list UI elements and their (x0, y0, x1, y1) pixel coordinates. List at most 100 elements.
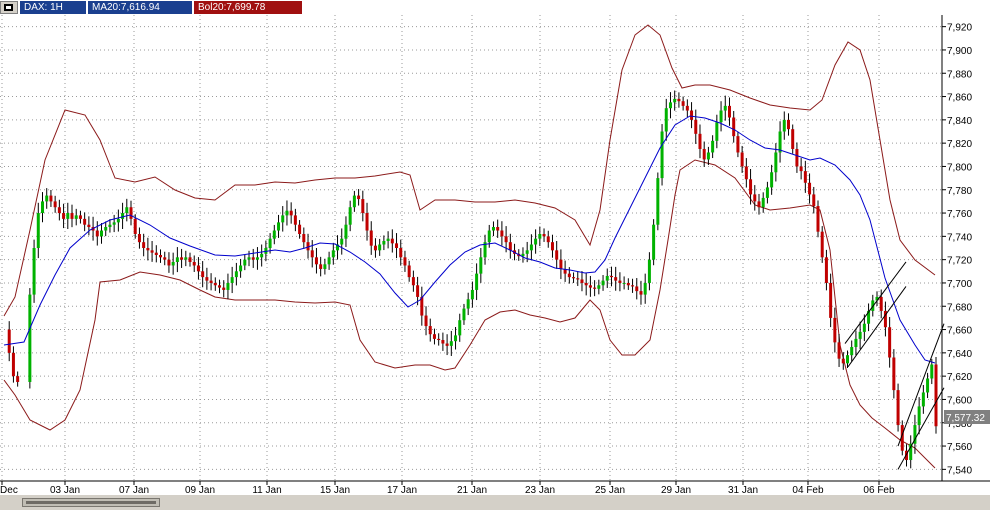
candle-body (711, 140, 715, 153)
candle-body (778, 131, 782, 153)
x-tick-label: 28 Dec (0, 485, 18, 494)
y-tick-label: 7,660 (947, 326, 972, 337)
candle-body (504, 236, 508, 243)
candle-body (816, 206, 820, 232)
candle-body (201, 271, 205, 278)
y-tick-label: 7,700 (947, 279, 972, 290)
candle-body (289, 210, 293, 216)
y-tick-label: 7,820 (947, 139, 972, 150)
candle-body (740, 152, 744, 167)
candle-body (327, 257, 331, 265)
last-price-tag-text: 7,577.32 (946, 413, 985, 424)
candle-body (593, 287, 597, 289)
x-tick-label: 07 Jan (119, 485, 149, 494)
candle-body (572, 277, 576, 279)
candle-body (576, 278, 580, 280)
candle-body (285, 210, 289, 216)
candle-body (239, 265, 243, 272)
candle-body (833, 317, 837, 343)
candle-body (41, 201, 45, 214)
candle-body (462, 308, 466, 321)
x-tick-label: 21 Jan (457, 485, 487, 494)
candle-body (78, 215, 82, 219)
candle-body (706, 152, 710, 160)
candle-body (487, 230, 491, 243)
candle-body (597, 285, 601, 289)
candle-body (137, 234, 141, 243)
candle-body (133, 218, 137, 235)
candle-body (180, 257, 184, 260)
candle-body (411, 277, 415, 286)
candle-body (466, 299, 470, 309)
candle-body (862, 323, 866, 332)
candle-body (812, 194, 816, 207)
y-tick-label: 7,920 (947, 23, 972, 34)
chart-header: DAX: 1H MA20:7,616.94 Bol20:7,699.78 (0, 0, 990, 15)
scrollbar-grip (26, 501, 156, 504)
candle-body (87, 224, 91, 228)
symbol-tab[interactable]: DAX: 1H (20, 1, 86, 14)
bollinger-tab[interactable]: Bol20:7,699.78 (194, 1, 302, 14)
ma-tab[interactable]: MA20:7,616.94 (88, 1, 192, 14)
candle-body (16, 376, 20, 382)
candle-body (365, 213, 369, 231)
candle-body (529, 244, 533, 251)
candle-body (247, 257, 251, 260)
candle-body (171, 261, 175, 266)
candle-body (879, 296, 883, 311)
window-menu-icon[interactable] (0, 1, 18, 14)
candle-body (546, 236, 550, 243)
candle-body (331, 250, 335, 258)
candle-body (361, 199, 365, 214)
candle-body (146, 248, 150, 251)
candle-body (74, 215, 78, 219)
x-tick-label: 09 Jan (185, 485, 215, 494)
candle-body (917, 406, 921, 426)
candle-body (550, 242, 554, 251)
candle-body (605, 275, 609, 281)
candle-body (298, 224, 302, 235)
candle-body (390, 238, 394, 244)
candle-body (719, 110, 723, 123)
horizontal-scrollbar[interactable] (0, 494, 990, 510)
candle-body (129, 207, 133, 219)
candle-body (749, 179, 753, 195)
candle-body (150, 250, 154, 253)
scrollbar-thumb[interactable] (22, 498, 160, 507)
candle-body (116, 218, 120, 223)
candle-body (251, 257, 255, 260)
candle-body (255, 257, 259, 260)
y-tick-label: 7,540 (947, 465, 972, 476)
candle-body (222, 287, 226, 290)
candle-body (896, 390, 900, 426)
candle-body (277, 222, 281, 231)
candle-body (32, 248, 36, 295)
candle-body (803, 171, 807, 183)
y-tick-label: 7,900 (947, 46, 972, 57)
candle-body (677, 98, 681, 102)
candle-body (799, 166, 803, 172)
candle-body (348, 207, 352, 225)
candle-body (542, 234, 546, 237)
candle-body (580, 279, 584, 283)
candle-body (226, 282, 230, 290)
candle-body (647, 259, 651, 283)
candle-body (470, 289, 474, 300)
y-tick-label: 7,720 (947, 256, 972, 267)
candle-body (698, 133, 702, 149)
x-tick-label: 29 Jan (661, 485, 691, 494)
x-tick-label: 17 Jan (387, 485, 417, 494)
candle-body (635, 286, 639, 292)
candle-body (639, 291, 643, 295)
x-tick-label: 15 Jan (320, 485, 350, 494)
x-tick-label: 23 Jan (525, 485, 555, 494)
candle-body (45, 195, 49, 202)
candle-body (11, 352, 15, 377)
candle-body (626, 282, 630, 286)
price-chart[interactable]: 7,5407,5607,5807,6007,6207,6407,6607,680… (0, 0, 990, 494)
candle-body (854, 338, 858, 348)
candle-body (416, 285, 420, 297)
candle-body (808, 182, 812, 195)
candle-body (104, 227, 108, 231)
y-tick-label: 7,560 (947, 442, 972, 453)
